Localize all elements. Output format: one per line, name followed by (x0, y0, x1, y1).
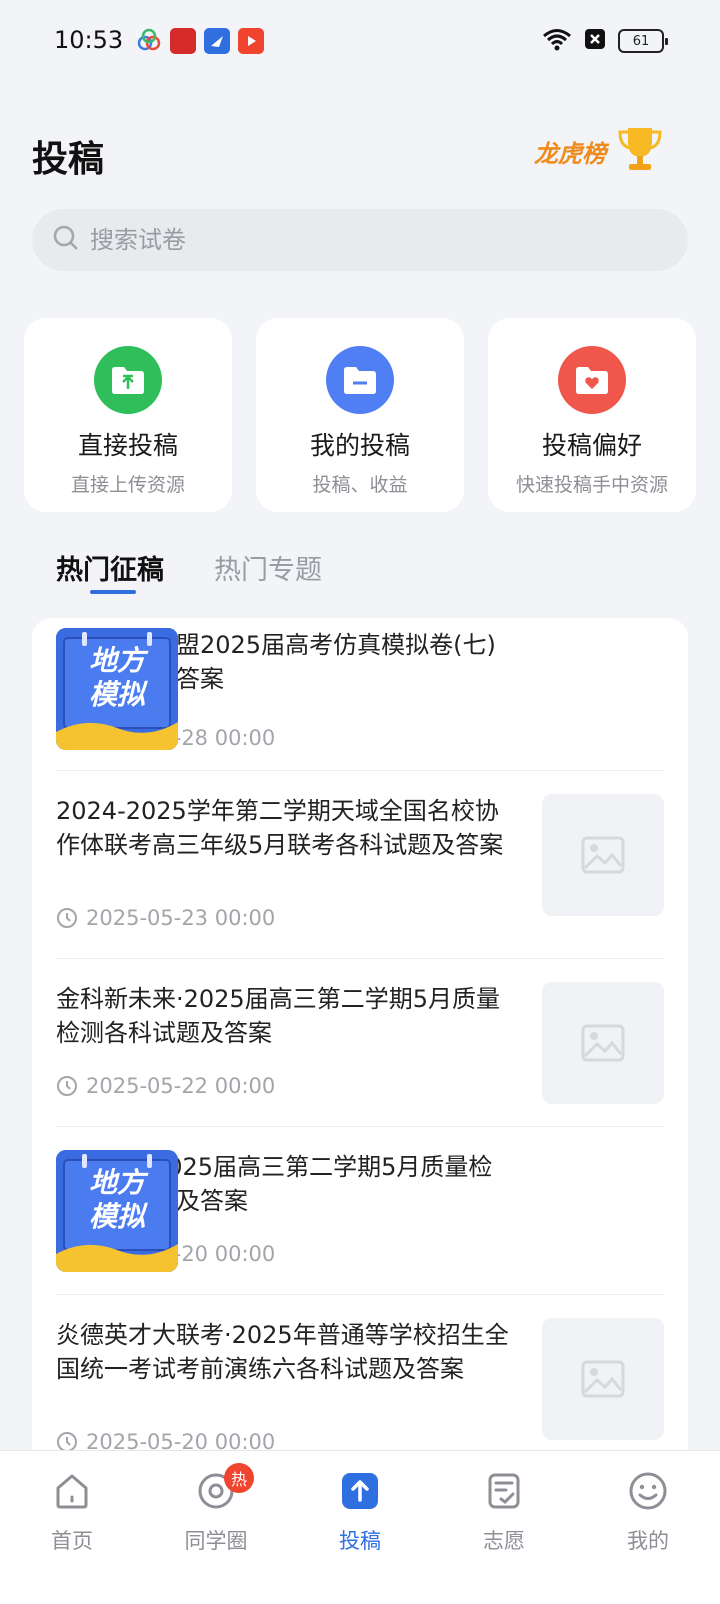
app-notification-icon (238, 28, 264, 54)
nav-label: 志愿 (483, 1529, 525, 1553)
list-item-title: 2024-2025学年第二学期天域全国名校协作体联考高三年级5月联考各科试题及答… (56, 797, 504, 859)
app-notification-icon (204, 28, 230, 54)
submission-page: 10:53 61 投稿 龙虎榜 搜索试卷 直接投稿 直接上传资源 我的投稿 投稿… (0, 0, 720, 1604)
list-item[interactable]: 金科新未来·2025届高三第二学期5月质量检测各科试题及答案 2025-05-2… (56, 982, 664, 1126)
badge-line: 模拟 (88, 678, 145, 711)
my-submissions-card[interactable]: 我的投稿 投稿、收益 (256, 318, 464, 512)
folder-heart-icon (558, 346, 626, 414)
divider (56, 958, 664, 959)
submission-preference-card[interactable]: 投稿偏好 快速投稿手中资源 (488, 318, 696, 512)
image-placeholder (542, 1318, 664, 1440)
list-item-title: 炎德英才大联考·2025年普通等学校招生全国统一考试考前演练六各科试题及答案 (56, 1321, 509, 1383)
tab-hot-calls[interactable]: 热门征稿 (56, 548, 164, 596)
nav-aspiration[interactable]: 志愿 (432, 1451, 576, 1604)
list-item-date: 2025-05-23 00:00 (56, 906, 275, 930)
smile-icon (626, 1469, 670, 1513)
list-item[interactable]: 2024-2025学年第二学期天域全国名校协作体联考高三年级5月联考各科试题及答… (56, 794, 664, 938)
nav-label: 同学圈 (184, 1529, 248, 1553)
badge-line: 地方 (88, 644, 145, 677)
list-item[interactable]: 华师联盟2025届高三第二学期5月质量检测各科试题及答案 2025-05-20 … (56, 1150, 664, 1294)
submission-list: 名校教研联盟2025届高考仿真模拟卷(七)各科试题及答案 2025-05-28 … (32, 618, 688, 1478)
nav-label: 投稿 (339, 1529, 381, 1553)
local-mock-badge-image: 地方 模拟 (56, 1150, 178, 1272)
nav-classmates[interactable]: 热 同学圈 (144, 1451, 288, 1604)
clock-icon (57, 908, 77, 928)
image-placeholder-icon (581, 836, 625, 874)
battery-icon: 61 (618, 29, 668, 53)
sim-off-icon (584, 28, 606, 54)
list-item-title: 金科新未来·2025届高三第二学期5月质量检测各科试题及答案 (56, 985, 500, 1047)
local-mock-badge-image: 地方 模拟 (56, 628, 178, 750)
clock-icon (57, 1076, 77, 1096)
image-placeholder-icon (581, 1360, 625, 1398)
quick-action-subtitle: 快速投稿手中资源 (515, 474, 668, 496)
nav-me[interactable]: 我的 (576, 1451, 720, 1604)
nav-label: 首页 (51, 1529, 93, 1553)
direct-submit-card[interactable]: 直接投稿 直接上传资源 (24, 318, 232, 512)
quick-action-title: 投稿偏好 (541, 431, 642, 460)
rank-list-label: 龙虎榜 (534, 139, 606, 168)
status-icons: 61 (542, 26, 668, 56)
quick-action-subtitle: 直接上传资源 (70, 474, 185, 496)
wifi-icon (542, 27, 572, 55)
image-placeholder (542, 794, 664, 916)
search-bar[interactable] (32, 209, 688, 271)
badge-line: 模拟 (88, 1200, 145, 1233)
checklist-icon (482, 1469, 526, 1513)
search-icon (52, 224, 80, 256)
quick-action-title: 我的投稿 (309, 431, 410, 460)
list-item-date: 2025-05-22 00:00 (56, 1074, 275, 1098)
quick-actions: 直接投稿 直接上传资源 我的投稿 投稿、收益 投稿偏好 快速投稿手中资源 (24, 318, 696, 512)
quick-action-title: 直接投稿 (77, 431, 178, 460)
upload-icon (338, 1469, 382, 1513)
divider (56, 770, 664, 771)
battery-level: 61 (632, 33, 650, 49)
badge-text: 地方 模拟 (56, 1166, 178, 1234)
badge-text: 地方 模拟 (56, 644, 178, 712)
divider (56, 1294, 664, 1295)
tab-bar: 热门征稿 热门专题 (56, 548, 322, 596)
hot-badge: 热 (224, 1463, 254, 1493)
status-bar: 10:53 61 (0, 0, 720, 84)
divider (56, 1126, 664, 1127)
app-notification-icon (170, 28, 196, 54)
list-item-date-text: 2025-05-23 00:00 (86, 906, 276, 930)
home-icon (50, 1469, 94, 1513)
trophy-icon (614, 124, 666, 178)
tab-label: 热门征稿 (56, 555, 164, 586)
folder-minus-icon (326, 346, 394, 414)
tab-label: 热门专题 (214, 555, 322, 586)
list-item-date-text: 2025-05-22 00:00 (86, 1074, 276, 1098)
image-placeholder-icon (581, 1024, 625, 1062)
app-notification-icon (136, 28, 162, 54)
nav-label: 我的 (627, 1529, 669, 1553)
image-placeholder (542, 982, 664, 1104)
nav-home[interactable]: 首页 (0, 1451, 144, 1604)
page-title: 投稿 (32, 139, 105, 180)
badge-line: 地方 (88, 1166, 145, 1199)
tab-indicator (90, 590, 136, 594)
folder-upload-icon (94, 346, 162, 414)
list-item[interactable]: 名校教研联盟2025届高考仿真模拟卷(七)各科试题及答案 2025-05-28 … (56, 628, 664, 772)
tab-hot-topics[interactable]: 热门专题 (214, 548, 322, 596)
bottom-nav: 首页 热 同学圈 投稿 志愿 我的 (0, 1450, 720, 1604)
nav-submit[interactable]: 投稿 (288, 1451, 432, 1604)
search-input[interactable] (90, 226, 650, 254)
status-time: 10:53 (54, 26, 124, 54)
rank-list-link[interactable]: 龙虎榜 (534, 126, 666, 176)
quick-action-subtitle: 投稿、收益 (312, 474, 408, 496)
